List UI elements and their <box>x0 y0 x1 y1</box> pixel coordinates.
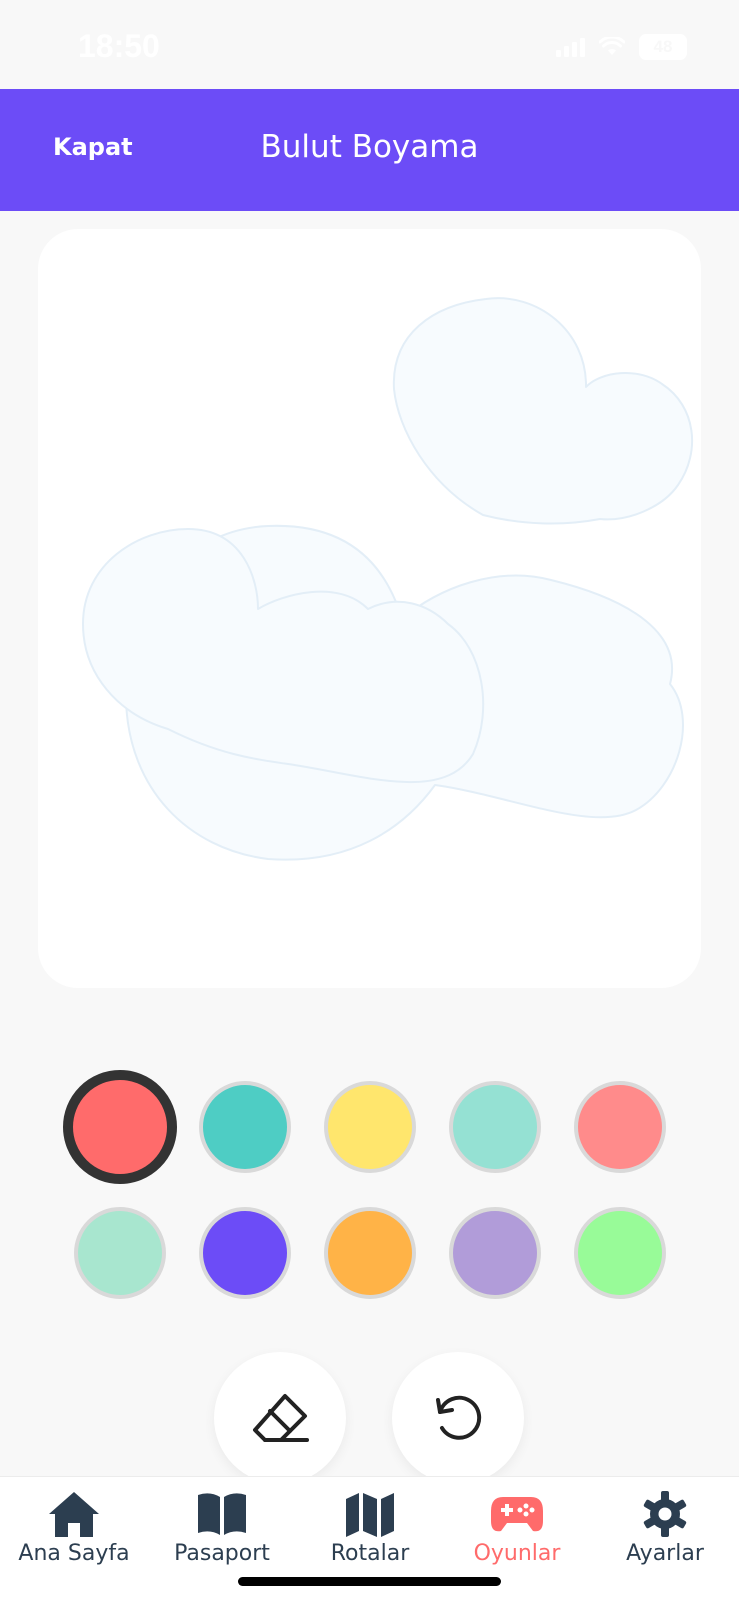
book-icon <box>198 1493 246 1535</box>
color-swatch[interactable] <box>199 1207 291 1299</box>
tab-label: Pasaport <box>174 1541 270 1566</box>
eraser-button[interactable] <box>214 1352 346 1484</box>
tab-ayarlar[interactable]: Ayarlar <box>591 1489 739 1566</box>
status-time: 18:50 <box>78 28 160 64</box>
tab-label: Oyunlar <box>473 1541 561 1566</box>
battery-icon: 48 <box>639 34 687 60</box>
tab-label: Ayarlar <box>626 1541 704 1566</box>
page-title: Bulut Boyama <box>260 129 479 165</box>
color-swatch[interactable] <box>199 1081 291 1173</box>
tab-ana-sayfa[interactable]: Ana Sayfa <box>0 1489 148 1566</box>
color-swatch[interactable] <box>324 1081 416 1173</box>
status-bar: 18:50 48 <box>0 0 739 89</box>
gamepad-icon <box>491 1497 543 1532</box>
color-swatch[interactable] <box>324 1207 416 1299</box>
tab-rotalar[interactable]: Rotalar <box>296 1489 444 1566</box>
color-swatch[interactable] <box>449 1207 541 1299</box>
color-swatch[interactable] <box>574 1081 666 1173</box>
home-indicator <box>238 1577 501 1586</box>
cloud-small-top-right[interactable] <box>392 297 694 525</box>
undo-button[interactable] <box>392 1352 524 1484</box>
tab-label: Rotalar <box>330 1541 410 1566</box>
eraser-icon <box>253 1394 309 1442</box>
color-swatch[interactable] <box>449 1081 541 1173</box>
color-swatch[interactable] <box>63 1070 177 1184</box>
wifi-icon <box>599 37 625 55</box>
color-swatch[interactable] <box>574 1207 666 1299</box>
drawing-canvas[interactable] <box>38 229 701 988</box>
undo-icon <box>436 1395 482 1440</box>
color-swatch[interactable] <box>74 1207 166 1299</box>
status-icons: 48 <box>556 34 687 60</box>
header-bar: Kapat Bulut Boyama <box>0 89 739 211</box>
map-icon <box>346 1493 394 1537</box>
gear-icon <box>643 1491 687 1537</box>
signal-icon <box>556 37 585 57</box>
tab-pasaport[interactable]: Pasaport <box>148 1489 296 1566</box>
cloud-outline-drawing[interactable] <box>38 229 701 988</box>
tab-label: Ana Sayfa <box>18 1541 130 1566</box>
home-icon <box>49 1492 99 1537</box>
tab-oyunlar[interactable]: Oyunlar <box>443 1489 591 1566</box>
